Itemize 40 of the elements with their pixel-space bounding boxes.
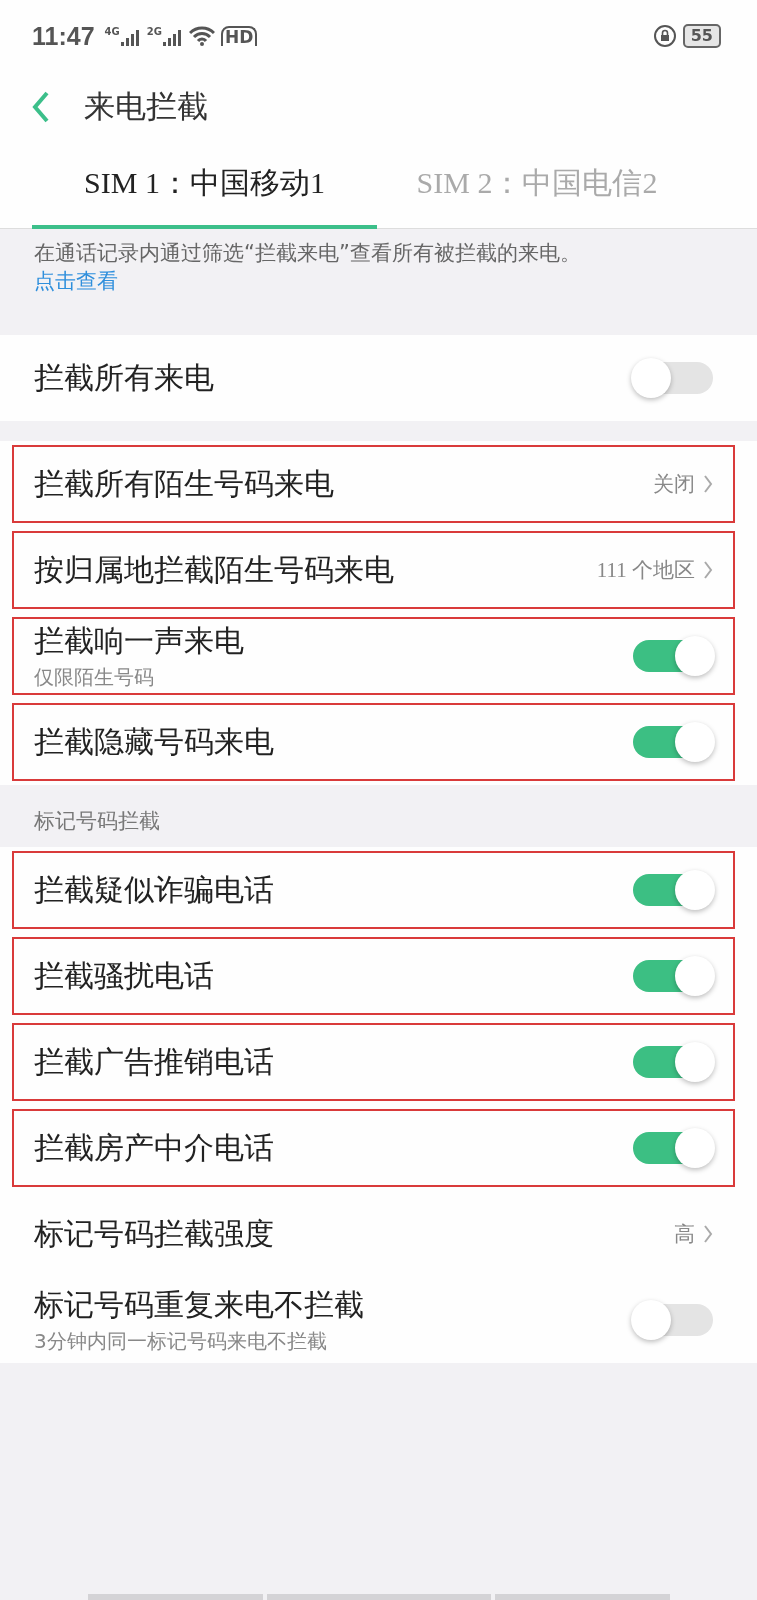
setting-subtitle: 3分钟内同一标记号码来电不拦截: [34, 1328, 328, 1355]
setting-label: 标记号码重复来电不拦截: [34, 1286, 365, 1324]
status-time: 11:47: [32, 21, 95, 51]
setting-row[interactable]: 拦截所有陌生号码来电 关闭: [0, 441, 757, 527]
setting-row[interactable]: 拦截所有来电: [0, 335, 757, 421]
setting-label: 拦截疑似诈骗电话: [34, 870, 275, 909]
setting-label: 拦截所有陌生号码来电: [34, 464, 335, 503]
setting-label: 标记号码拦截强度: [34, 1214, 275, 1253]
chevron-icon: [703, 560, 713, 580]
setting-row[interactable]: 拦截骚扰电话: [0, 933, 757, 1019]
info-text: 在通话记录内通过筛选“拦截来电”查看所有被拦截的来电。: [34, 241, 581, 265]
rotation-lock-icon: [652, 24, 677, 48]
setting-label: 拦截骚扰电话: [34, 956, 215, 995]
setting-row[interactable]: 按归属地拦截陌生号码来电 111 个地区: [0, 527, 757, 613]
setting-row[interactable]: 拦截响一声来电 仅限陌生号码: [0, 613, 757, 699]
back-icon[interactable]: [32, 91, 50, 123]
setting-label: 按归属地拦截陌生号码来电: [34, 550, 395, 589]
sim-tab[interactable]: SIM 1：中国移动1: [32, 142, 377, 229]
setting-label: 拦截广告推销电话: [34, 1042, 275, 1081]
setting-label: 拦截响一声来电: [34, 622, 245, 660]
page-title: 来电拦截: [84, 87, 208, 126]
chevron-icon: [703, 1224, 713, 1244]
chevron-icon: [703, 474, 713, 494]
setting-value: 111 个地区: [596, 557, 695, 584]
setting-value: 高: [674, 1221, 695, 1248]
setting-label: 拦截所有来电: [34, 358, 215, 397]
battery-level: 55: [682, 24, 721, 48]
setting-value: 关闭: [653, 471, 695, 498]
setting-row[interactable]: 拦截房产中介电话: [0, 1105, 757, 1191]
hd-call-label: HD: [220, 26, 258, 46]
setting-row[interactable]: 拦截广告推销电话: [0, 1019, 757, 1105]
setting-label: 拦截房产中介电话: [34, 1128, 275, 1167]
setting-row[interactable]: 拦截疑似诈骗电话: [0, 847, 757, 933]
setting-row[interactable]: 标记号码拦截强度 高: [0, 1191, 757, 1277]
setting-label: 拦截隐藏号码来电: [34, 722, 275, 761]
setting-row[interactable]: 标记号码重复来电不拦截 3分钟内同一标记号码来电不拦截: [0, 1277, 757, 1363]
setting-subtitle: 仅限陌生号码: [34, 664, 155, 691]
wifi-icon: [188, 26, 215, 46]
setting-row[interactable]: 拦截隐藏号码来电: [0, 699, 757, 785]
section-title: 标记号码拦截: [34, 809, 160, 833]
